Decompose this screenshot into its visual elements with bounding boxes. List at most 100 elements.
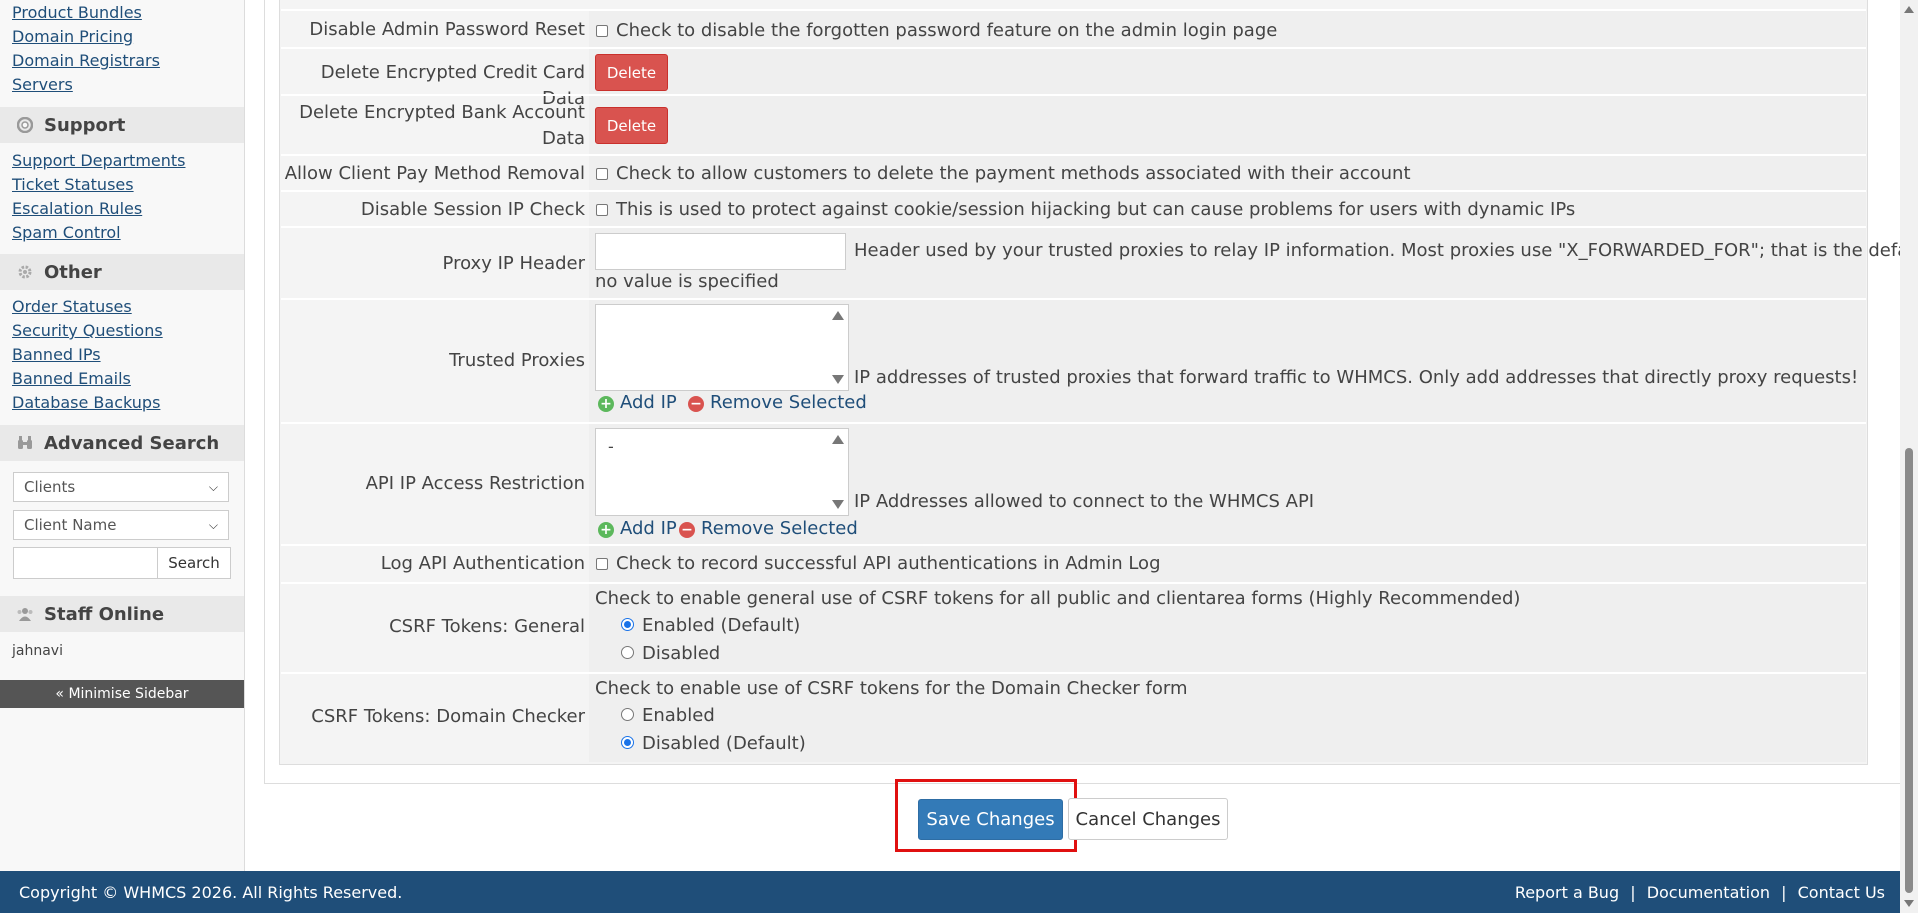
scroll-up-icon[interactable] — [832, 311, 844, 320]
row-disable-admin-password-reset: Disable Admin Password Reset Check to di… — [281, 9, 1866, 47]
sidebar-header-other: Other — [0, 254, 244, 290]
sidebar: Product Bundles Domain Pricing Domain Re… — [0, 0, 245, 871]
checkbox-disable-admin-password-reset[interactable] — [596, 25, 608, 37]
search-field-value: Client Name — [24, 516, 117, 534]
sidebar-link-escalation-rules[interactable]: Escalation Rules — [12, 199, 142, 218]
cancel-changes-button[interactable]: Cancel Changes — [1068, 798, 1228, 840]
desc-proxy-ip-header-line2: no value is specified — [595, 271, 779, 292]
footer-separator: | — [1630, 883, 1636, 902]
footer-separator: | — [1781, 883, 1787, 902]
label-trusted-proxies: Trusted Proxies — [449, 350, 585, 371]
desc-disable-admin-password-reset: Check to disable the forgotten password … — [616, 20, 1278, 41]
add-icon: + — [598, 396, 614, 412]
sidebar-link-support-departments[interactable]: Support Departments — [12, 151, 186, 170]
search-type-select[interactable]: Clients ⌵ — [13, 472, 229, 502]
search-button[interactable]: Search — [157, 547, 231, 579]
search-input[interactable] — [13, 547, 158, 579]
sidebar-header-advanced-search: Advanced Search — [0, 425, 244, 461]
checkbox-disable-session-ip-check[interactable] — [596, 204, 608, 216]
support-icon — [16, 116, 34, 134]
row-log-api-authentication: Log API Authentication Check to record s… — [281, 544, 1866, 582]
footer-report-bug-link[interactable]: Report a Bug — [1515, 883, 1619, 902]
radio-csrf-general-disabled-label: Disabled — [642, 643, 721, 664]
binoculars-icon — [16, 434, 34, 452]
sidebar-link-domain-registrars[interactable]: Domain Registrars — [12, 51, 160, 70]
sidebar-link-spam-control[interactable]: Spam Control — [12, 223, 121, 242]
minimise-sidebar-button[interactable]: « Minimise Sidebar — [0, 680, 244, 708]
sidebar-link-order-statuses[interactable]: Order Statuses — [12, 297, 132, 316]
sidebar-link-database-backups[interactable]: Database Backups — [12, 393, 160, 412]
sidebar-link-banned-emails[interactable]: Banned Emails — [12, 369, 131, 388]
save-changes-button[interactable]: Save Changes — [918, 799, 1063, 840]
checkbox-log-api-authentication[interactable] — [596, 558, 608, 570]
desc-trusted-proxies: IP addresses of trusted proxies that for… — [854, 367, 1859, 388]
row-api-ip-restriction: API IP Access Restriction - IP Addresses… — [281, 422, 1866, 544]
gear-icon — [16, 263, 34, 281]
label-disable-admin-password-reset: Disable Admin Password Reset — [309, 19, 585, 40]
footer-documentation-link[interactable]: Documentation — [1647, 883, 1770, 902]
row-proxy-ip-header: Proxy IP Header Header used by your trus… — [281, 226, 1918, 298]
label-csrf-domain-checker: CSRF Tokens: Domain Checker — [311, 706, 585, 727]
row-delete-bank-account-data: Delete Encrypted Bank Account Data Delet… — [281, 94, 1866, 154]
scroll-down-icon[interactable] — [832, 500, 844, 509]
search-type-value: Clients — [24, 478, 76, 496]
trusted-proxies-list[interactable] — [595, 304, 849, 391]
sidebar-header-staff-online-title: Staff Online — [44, 603, 165, 625]
chevron-down-icon: ⌵ — [208, 517, 218, 532]
delete-bank-account-button[interactable]: Delete — [595, 107, 668, 144]
page-scrollbar[interactable] — [1900, 0, 1918, 913]
sidebar-header-support-title: Support — [44, 114, 126, 136]
scroll-up-arrow-icon[interactable] — [1904, 6, 1914, 13]
sidebar-link-product-bundles[interactable]: Product Bundles — [12, 3, 142, 22]
trusted-proxies-remove-selected-link[interactable]: Remove Selected — [710, 392, 867, 413]
radio-csrf-domain-enabled[interactable] — [621, 708, 634, 721]
remove-icon: − — [688, 396, 704, 412]
radio-csrf-general-enabled[interactable] — [621, 618, 634, 631]
sidebar-header-advanced-search-title: Advanced Search — [44, 432, 220, 454]
label-log-api-authentication: Log API Authentication — [380, 553, 585, 574]
desc-proxy-ip-header-line1: Header used by your trusted proxies to r… — [854, 240, 1918, 261]
sidebar-header-support: Support — [0, 107, 244, 143]
label-allow-pay-method-removal: Allow Client Pay Method Removal — [284, 163, 585, 184]
row-csrf-general: CSRF Tokens: General Check to enable gen… — [281, 582, 1866, 672]
label-delete-bank-account-data: Delete Encrypted Bank Account Data — [299, 102, 585, 149]
label-proxy-ip-header: Proxy IP Header — [442, 253, 585, 274]
radio-csrf-domain-disabled-label: Disabled (Default) — [642, 733, 806, 754]
proxy-ip-header-input[interactable] — [595, 233, 846, 270]
remove-icon: − — [679, 522, 695, 538]
footer-links: Report a Bug | Documentation | Contact U… — [1515, 883, 1885, 902]
api-ip-restriction-list[interactable]: - — [595, 428, 849, 516]
sidebar-link-servers[interactable]: Servers — [12, 75, 73, 94]
api-ip-remove-selected-link[interactable]: Remove Selected — [701, 518, 858, 539]
radio-csrf-domain-disabled[interactable] — [621, 736, 634, 749]
delete-credit-card-button[interactable]: Delete — [595, 54, 668, 91]
row-delete-credit-card-data: Delete Encrypted Credit Card Data Delete — [281, 47, 1866, 109]
chevron-down-icon: ⌵ — [208, 479, 218, 494]
desc-csrf-general: Check to enable general use of CSRF toke… — [595, 588, 1521, 609]
row-allow-pay-method-removal: Allow Client Pay Method Removal Check to… — [281, 154, 1866, 190]
sidebar-link-domain-pricing[interactable]: Domain Pricing — [12, 27, 133, 46]
sidebar-link-ticket-statuses[interactable]: Ticket Statuses — [12, 175, 134, 194]
scrollbar-thumb[interactable] — [1905, 448, 1913, 893]
label-csrf-general: CSRF Tokens: General — [389, 616, 585, 637]
label-api-ip-restriction: API IP Access Restriction — [365, 473, 585, 494]
radio-csrf-general-disabled[interactable] — [621, 646, 634, 659]
sidebar-link-banned-ips[interactable]: Banned IPs — [12, 345, 101, 364]
scroll-down-arrow-icon[interactable] — [1904, 900, 1914, 907]
checkbox-allow-pay-method-removal[interactable] — [596, 168, 608, 180]
search-field-select[interactable]: Client Name ⌵ — [13, 510, 229, 540]
sidebar-header-staff-online: Staff Online — [0, 596, 244, 632]
desc-disable-session-ip-check: This is used to protect against cookie/s… — [616, 199, 1576, 220]
row-csrf-domain-checker: CSRF Tokens: Domain Checker Check to ena… — [281, 672, 1866, 762]
footer-contact-link[interactable]: Contact Us — [1798, 883, 1885, 902]
scroll-up-icon[interactable] — [832, 435, 844, 444]
desc-csrf-domain-checker: Check to enable use of CSRF tokens for t… — [595, 678, 1188, 699]
api-ip-add-ip-link[interactable]: Add IP — [620, 518, 677, 539]
trusted-proxies-add-ip-link[interactable]: Add IP — [620, 392, 677, 413]
desc-api-ip-restriction: IP Addresses allowed to connect to the W… — [854, 491, 1315, 512]
api-ip-list-item[interactable]: - — [608, 437, 614, 456]
radio-csrf-general-enabled-label: Enabled (Default) — [642, 615, 801, 636]
scroll-down-icon[interactable] — [832, 375, 844, 384]
sidebar-link-security-questions[interactable]: Security Questions — [12, 321, 163, 340]
desc-allow-pay-method-removal: Check to allow customers to delete the p… — [616, 163, 1411, 184]
